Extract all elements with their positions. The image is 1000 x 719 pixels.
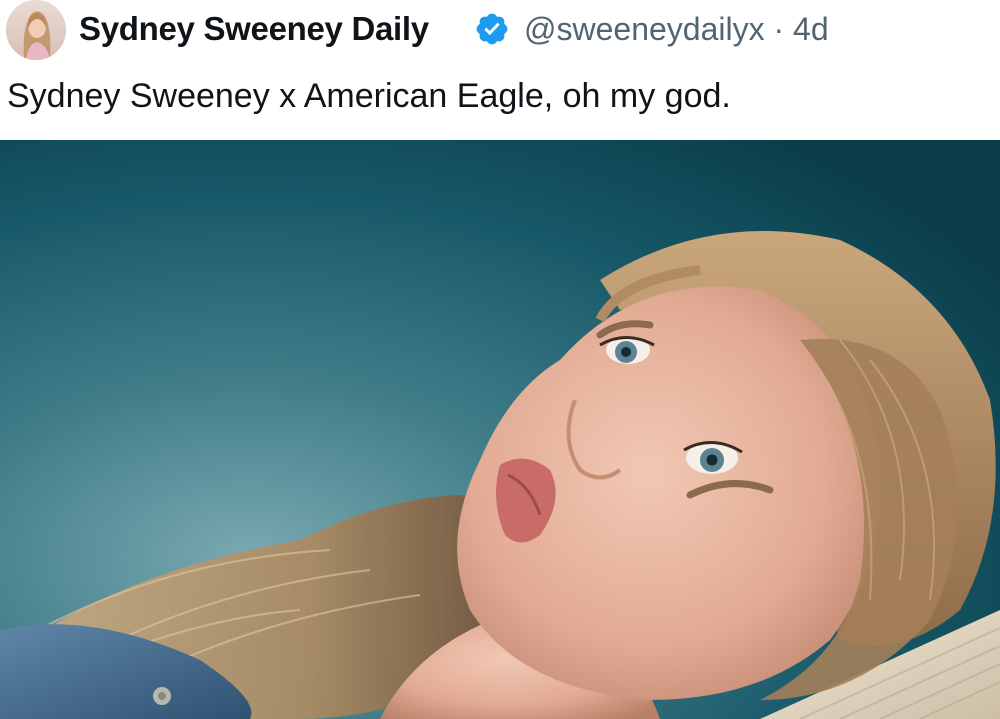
avatar-image (6, 0, 66, 60)
handle-and-time: @sweeneydailyx · 4d (524, 9, 829, 49)
meta-separator: · (773, 11, 785, 47)
tweet-header: Sydney Sweeney Daily @sweeneydailyx · 4d (0, 0, 1000, 62)
tweet[interactable]: Sydney Sweeney Daily @sweeneydailyx · 4d… (0, 0, 1000, 719)
author-handle[interactable]: @sweeneydailyx (524, 11, 765, 47)
author-display-name[interactable]: Sydney Sweeney Daily (79, 9, 429, 49)
post-timestamp[interactable]: 4d (793, 11, 829, 47)
verified-badge-icon (476, 13, 508, 45)
tweet-media-photo[interactable] (0, 140, 1000, 719)
avatar[interactable] (6, 0, 66, 60)
tweet-text: Sydney Sweeney x American Eagle, oh my g… (7, 77, 731, 115)
media-photo (0, 140, 1000, 719)
